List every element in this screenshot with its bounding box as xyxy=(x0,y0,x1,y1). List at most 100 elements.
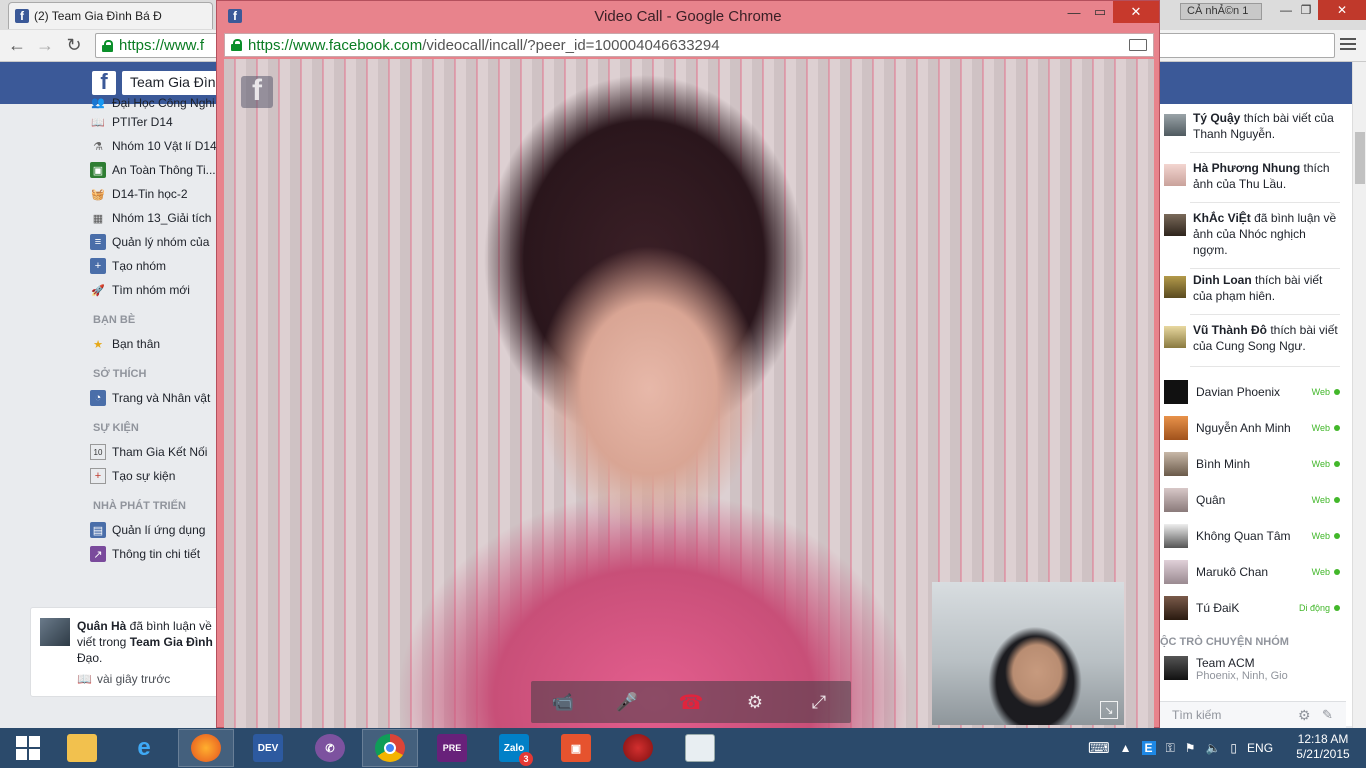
lock-icon xyxy=(231,39,242,51)
e-app-icon[interactable]: E xyxy=(1141,741,1156,755)
create-event-link[interactable]: + Tạo sự kiện xyxy=(90,464,218,488)
mute-button[interactable]: 🎤 xyxy=(607,684,647,720)
add-event-icon: + xyxy=(90,468,106,484)
popup-titlebar[interactable]: f Video Call - Google Chrome — ▭ ✕ xyxy=(217,1,1159,31)
scrollbar-thumb[interactable] xyxy=(1355,132,1365,184)
self-video-preview[interactable]: ↘ xyxy=(932,582,1124,725)
language-indicator[interactable]: ENG xyxy=(1247,741,1273,755)
start-button[interactable] xyxy=(0,729,56,767)
nav-group-item[interactable]: 👥 Đại Học Công Nghi xyxy=(90,96,218,110)
forward-icon[interactable]: → xyxy=(34,34,56,56)
contact-item[interactable]: Bình Minh Web xyxy=(1160,446,1342,482)
nav-group-item[interactable]: ⚗ Nhóm 10 Vật lí D14 xyxy=(90,134,218,158)
contact-item[interactable]: Davian Phoenix Web xyxy=(1160,374,1342,410)
contact-item[interactable]: Quân Web xyxy=(1160,482,1342,518)
close-friends-link[interactable]: ★ Bạn thân xyxy=(90,332,218,356)
camera-toggle-button[interactable]: 📹 xyxy=(543,684,583,720)
folder-icon xyxy=(67,734,97,762)
notification-popup[interactable]: Quân Hà đã bình luận về viết trong Team … xyxy=(30,607,220,697)
facebook-logo-icon[interactable]: f xyxy=(92,69,116,95)
taskbar-clock[interactable]: 12:18 AM 5/21/2015 xyxy=(1290,732,1356,762)
nav-group-item[interactable]: ≡ Quản lý nhóm của xyxy=(90,230,218,254)
taskbar-app-file-explorer[interactable] xyxy=(54,729,110,767)
contact-item[interactable]: Tú ĐaiK Di động xyxy=(1160,590,1342,626)
event-link[interactable]: 10 Tham Gia Kết Nối xyxy=(90,440,218,464)
taskbar-app-internet-explorer[interactable]: e xyxy=(116,729,172,767)
section-friends: BẠN BÈ xyxy=(93,314,136,326)
ticker-item[interactable]: Vũ Thành Đô thích bài viết của Cung Song… xyxy=(1160,322,1340,354)
cast-icon[interactable] xyxy=(1129,39,1147,51)
show-hidden-icons-icon[interactable]: ▲ xyxy=(1120,741,1132,755)
taskbar-app-visual-studio[interactable]: PRE xyxy=(424,729,480,767)
find-groups-link[interactable]: 🚀 Tìm nhóm mới xyxy=(90,278,218,302)
camera-off-icon: 📹 xyxy=(551,691,575,712)
taskbar-app-presentation[interactable] xyxy=(672,729,728,767)
ticker-item[interactable]: Dinh Loan thích bài viết của phạm hiên. xyxy=(1160,272,1340,304)
system-tray: ⌨ ▲ E ⚿ ⚑ 🔈 ▯ ENG xyxy=(1088,728,1273,768)
close-icon[interactable]: ✕ xyxy=(1318,0,1366,20)
avatar xyxy=(1164,214,1186,236)
page-scrollbar[interactable] xyxy=(1352,62,1366,728)
chat-search-input[interactable]: Tìm kiếm ⚙ ✎ xyxy=(1160,701,1346,728)
avatar xyxy=(1164,276,1186,298)
avatar xyxy=(1164,656,1188,680)
volume-icon[interactable]: 🔈 xyxy=(1205,741,1220,755)
network-icon[interactable]: ⚿ xyxy=(1166,741,1175,756)
gear-icon[interactable]: ⚙ xyxy=(1298,707,1311,724)
browser-tab[interactable]: f (2) Team Gia Đình Bá Đ xyxy=(8,2,213,29)
chrome-icon xyxy=(375,734,405,762)
ticker-item[interactable]: Tý Quậy thích bài viết của Thanh Nguyễn. xyxy=(1160,110,1340,142)
section-developers: NHÀ PHÁT TRIỂN xyxy=(93,500,186,512)
zalo-icon: Zalo 3 xyxy=(499,734,533,766)
nav-group-item[interactable]: 📖 PTITer D14 xyxy=(90,110,218,134)
nav-group-item[interactable]: 🧺 D14-Tin học-2 xyxy=(90,182,218,206)
create-group-link[interactable]: + Tạo nhóm xyxy=(90,254,218,278)
insights-link[interactable]: ↗ Thông tin chi tiết xyxy=(90,542,218,566)
end-call-button[interactable]: ☎ xyxy=(671,684,711,720)
chrome-menu-icon[interactable] xyxy=(1340,36,1356,52)
taskbar-app-red-envelope[interactable] xyxy=(610,729,666,767)
avatar xyxy=(1164,488,1188,512)
contact-item[interactable]: Không Quan Tâm Web xyxy=(1160,518,1342,554)
calculator-icon: ▦ xyxy=(92,212,104,225)
minimize-preview-icon[interactable]: ↘ xyxy=(1100,701,1118,719)
dev-cpp-icon: DEV xyxy=(253,734,283,762)
ticker-item[interactable]: KhẮc ViỆt đã bình luận về ảnh của Nhóc n… xyxy=(1160,210,1340,258)
fullscreen-button[interactable]: ⤢ xyxy=(799,684,839,720)
settings-button[interactable]: ⚙ xyxy=(735,684,775,720)
maximize-icon[interactable]: ▭ xyxy=(1083,1,1117,23)
manage-apps-link[interactable]: ▤ Quản lí ứng dụng xyxy=(90,518,218,542)
office-icon: ▣ xyxy=(561,734,591,762)
pages-link[interactable]: ◔ Trang và Nhân vật xyxy=(90,386,218,410)
taskbar-app-viber[interactable]: ✆ xyxy=(302,729,358,767)
book-icon: 📖 xyxy=(77,672,92,686)
compose-icon[interactable]: ✎ xyxy=(1322,707,1333,723)
back-icon[interactable]: ← xyxy=(6,34,28,56)
taskbar-app-office[interactable]: ▣ xyxy=(548,729,604,767)
taskbar-app-dev-cpp[interactable]: DEV xyxy=(240,729,296,767)
browser-user-chip[interactable]: CẢ nhẢ©n 1 xyxy=(1180,3,1262,20)
keyboard-icon[interactable]: ⌨ xyxy=(1088,739,1110,757)
online-status-icon xyxy=(1334,461,1340,467)
online-status-icon xyxy=(1334,389,1340,395)
reload-icon[interactable]: ↻ xyxy=(63,34,85,56)
avatar xyxy=(1164,380,1188,404)
contact-item[interactable]: Marukô Chan Web xyxy=(1160,554,1342,590)
close-icon[interactable]: ✕ xyxy=(1113,1,1159,23)
video-call-window: f Video Call - Google Chrome — ▭ ✕ https… xyxy=(216,0,1160,729)
group-chat-item[interactable]: Team ACM Phoenix, Ninh, Gio xyxy=(1164,656,1288,682)
nav-group-item[interactable]: ▦ Nhóm 13_Giải tích xyxy=(90,206,218,230)
taskbar-app-chrome[interactable] xyxy=(362,729,418,767)
ticker-item[interactable]: Hà Phương Nhung thích ảnh của Thu Lầu. xyxy=(1160,160,1340,192)
taskbar-app-firefox[interactable] xyxy=(178,729,234,767)
visual-studio-icon: PRE xyxy=(437,734,467,762)
contact-item[interactable]: Nguyễn Anh Minh Web xyxy=(1160,410,1342,446)
nav-group-item[interactable]: ▣ An Toàn Thông Ti... xyxy=(90,158,218,182)
avatar xyxy=(1164,164,1186,186)
taskbar-app-zalo[interactable]: Zalo 3 xyxy=(486,729,542,767)
flag-icon[interactable]: ⚑ xyxy=(1185,741,1196,755)
battery-icon[interactable]: ▯ xyxy=(1230,741,1237,755)
flask-icon: ⚗ xyxy=(93,140,103,153)
lock-icon xyxy=(102,39,113,52)
popup-address-bar[interactable]: https://www.facebook.com/videocall/incal… xyxy=(224,33,1154,57)
